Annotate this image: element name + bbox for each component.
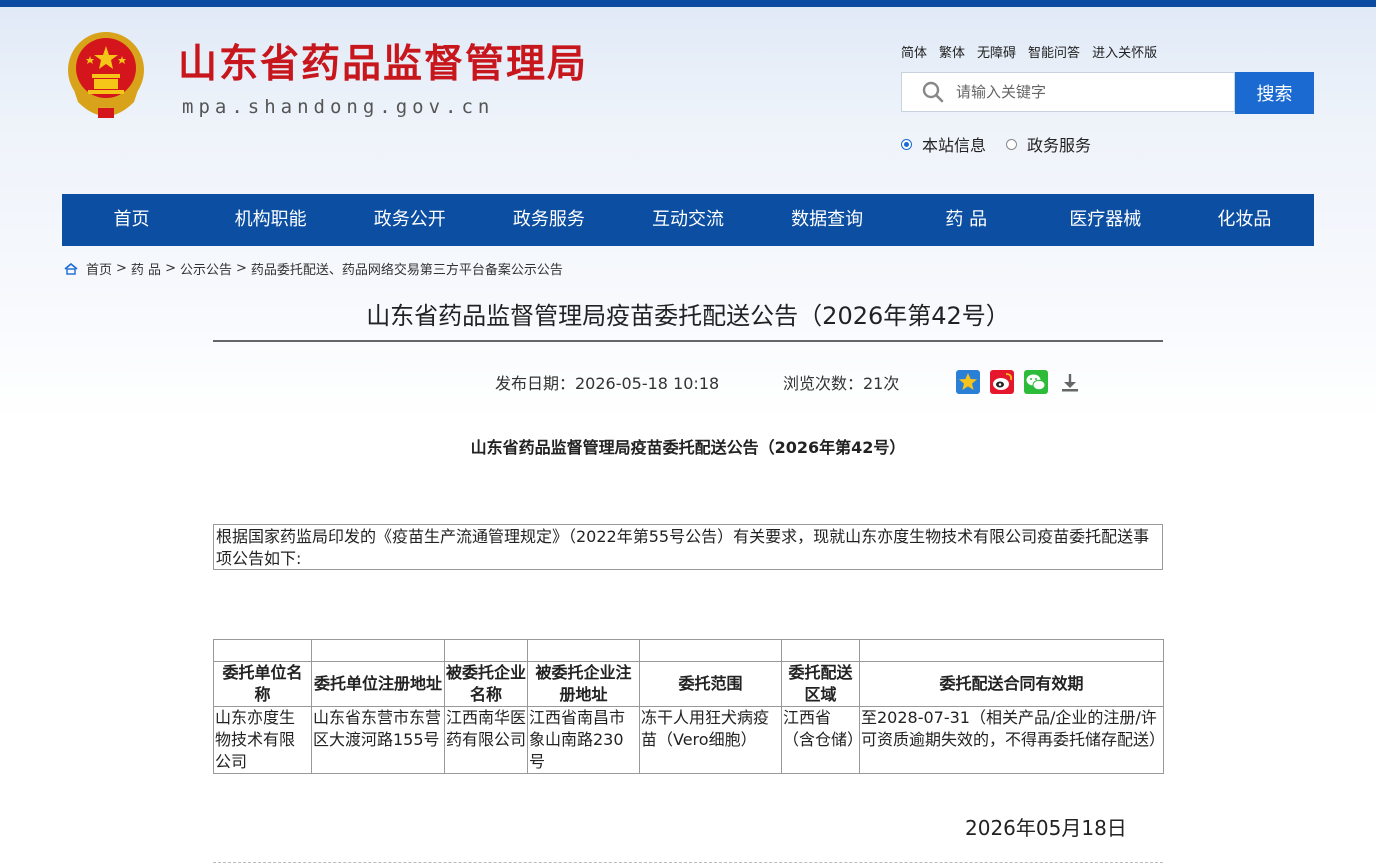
share-toolbar — [955, 369, 1083, 395]
nav-cosmetics[interactable]: 化妆品 — [1175, 194, 1314, 246]
table-cell: 江西省（含仓储） — [781, 706, 863, 774]
top-accent-bar — [0, 0, 1376, 7]
site-domain: mpa.shandong.gov.cn — [182, 96, 495, 118]
radio-selected-icon[interactable] — [901, 138, 912, 150]
nav-medical-devices[interactable]: 医疗器械 — [1036, 194, 1175, 246]
nav-data-query[interactable]: 数据查询 — [758, 194, 897, 246]
bottom-divider — [213, 862, 1163, 863]
site-title[interactable]: 山东省药品监督管理局 — [178, 40, 588, 90]
breadcrumb-separator: > — [235, 261, 247, 276]
col-header: 委托范围 — [639, 661, 782, 707]
national-emblem-logo — [68, 32, 144, 118]
top-links: 简体 繁体 无障碍 智能问答 进入关怀版 — [901, 42, 1157, 61]
scope-site-info-label: 本站信息 — [922, 136, 987, 155]
breadcrumb-announcements[interactable]: 公示公告 — [180, 259, 232, 278]
scope-gov-service-label: 政务服务 — [1027, 136, 1092, 155]
col-header: 委托单位注册地址 — [311, 661, 445, 707]
delivery-info-table: 委托单位名称 委托单位注册地址 被委托企业名称 被委托企业注册地址 委托范围 委… — [213, 639, 1165, 774]
toplink-smart-qa[interactable]: 智能问答 — [1028, 42, 1080, 61]
favorite-icon[interactable] — [955, 369, 981, 395]
home-icon — [64, 262, 78, 275]
table-cell: 江西省南昌市象山南路230号 — [527, 706, 640, 774]
table-cell: 山东亦度生物技术有限公司 — [213, 706, 312, 774]
search-icon — [922, 81, 944, 103]
breadcrumb-separator: > — [165, 261, 176, 276]
toplink-simplified[interactable]: 简体 — [901, 42, 927, 61]
breadcrumb-current[interactable]: 药品委托配送、药品网络交易第三方平台备案公示公告 — [251, 259, 563, 278]
nav-home[interactable]: 首页 — [62, 194, 201, 246]
search-scope-group: 本站信息 政务服务 — [901, 132, 1091, 156]
wechat-icon[interactable] — [1023, 369, 1049, 395]
col-header: 委托配送合同有效期 — [859, 661, 1164, 707]
table-row: 山东亦度生物技术有限公司 山东省东营市东营区大渡河路155号 江西南华医药有限公… — [213, 706, 1165, 774]
nav-gov-service[interactable]: 政务服务 — [479, 194, 618, 246]
search-input[interactable] — [954, 82, 1228, 102]
breadcrumb-drugs[interactable]: 药 品 — [131, 259, 161, 278]
weibo-icon[interactable] — [989, 369, 1015, 395]
scope-site-info[interactable]: 本站信息 — [901, 132, 986, 156]
main-nav: 首页 机构职能 政务公开 政务服务 互动交流 数据查询 药 品 医疗器械 化妆品 — [62, 194, 1314, 246]
nav-gov-open[interactable]: 政务公开 — [340, 194, 479, 246]
download-icon[interactable] — [1057, 369, 1083, 395]
title-divider — [213, 340, 1163, 342]
article-title: 山东省药品监督管理局疫苗委托配送公告（2026年第42号） — [366, 302, 1010, 330]
table-cell: 至2028-07-31（相关产品/企业的注册/许可资质逾期失效的，不得再委托储存… — [859, 706, 1165, 774]
search-box — [901, 72, 1235, 112]
col-header: 委托配送区域 — [781, 661, 860, 707]
radio-unselected-icon[interactable] — [1006, 138, 1018, 150]
view-count: 浏览次数：21次 — [783, 374, 900, 393]
toplink-care-version[interactable]: 进入关怀版 — [1092, 42, 1157, 61]
col-header: 委托单位名称 — [213, 661, 312, 707]
toplink-accessibility[interactable]: 无障碍 — [977, 42, 1016, 61]
breadcrumb-home[interactable]: 首页 — [86, 259, 112, 278]
scope-gov-service[interactable]: 政务服务 — [1006, 132, 1091, 156]
nav-interaction[interactable]: 互动交流 — [618, 194, 757, 246]
col-header: 被委托企业名称 — [444, 661, 528, 707]
table-header-row: 委托单位名称 委托单位注册地址 被委托企业名称 被委托企业注册地址 委托范围 委… — [213, 661, 1164, 707]
signature-date: 2026年05月18日 — [965, 816, 1127, 840]
col-header: 被委托企业注册地址 — [527, 661, 640, 707]
table-cell: 冻干人用狂犬病疫苗（Vero细胞） — [639, 706, 782, 774]
toplink-traditional[interactable]: 繁体 — [939, 42, 965, 61]
publish-date: 发布日期：2026-05-18 10:18 — [495, 374, 720, 393]
document-heading: 山东省药品监督管理局疫苗委托配送公告（2026年第42号） — [470, 438, 906, 457]
breadcrumb: 首页 > 药 品 > 公示公告 > 药品委托配送、药品网络交易第三方平台备案公示… — [64, 259, 563, 278]
intro-paragraph: 根据国家药监局印发的《疫苗生产流通管理规定》（2022年第55号公告）有关要求，… — [213, 524, 1163, 570]
table-cell: 江西南华医药有限公司 — [444, 706, 528, 774]
nav-drugs[interactable]: 药 品 — [897, 194, 1036, 246]
nav-org-functions[interactable]: 机构职能 — [201, 194, 340, 246]
breadcrumb-separator: > — [116, 261, 127, 276]
search-button[interactable]: 搜索 — [1235, 72, 1314, 114]
table-cell: 山东省东营市东营区大渡河路155号 — [311, 706, 445, 774]
table-spacer-row — [213, 639, 1164, 662]
